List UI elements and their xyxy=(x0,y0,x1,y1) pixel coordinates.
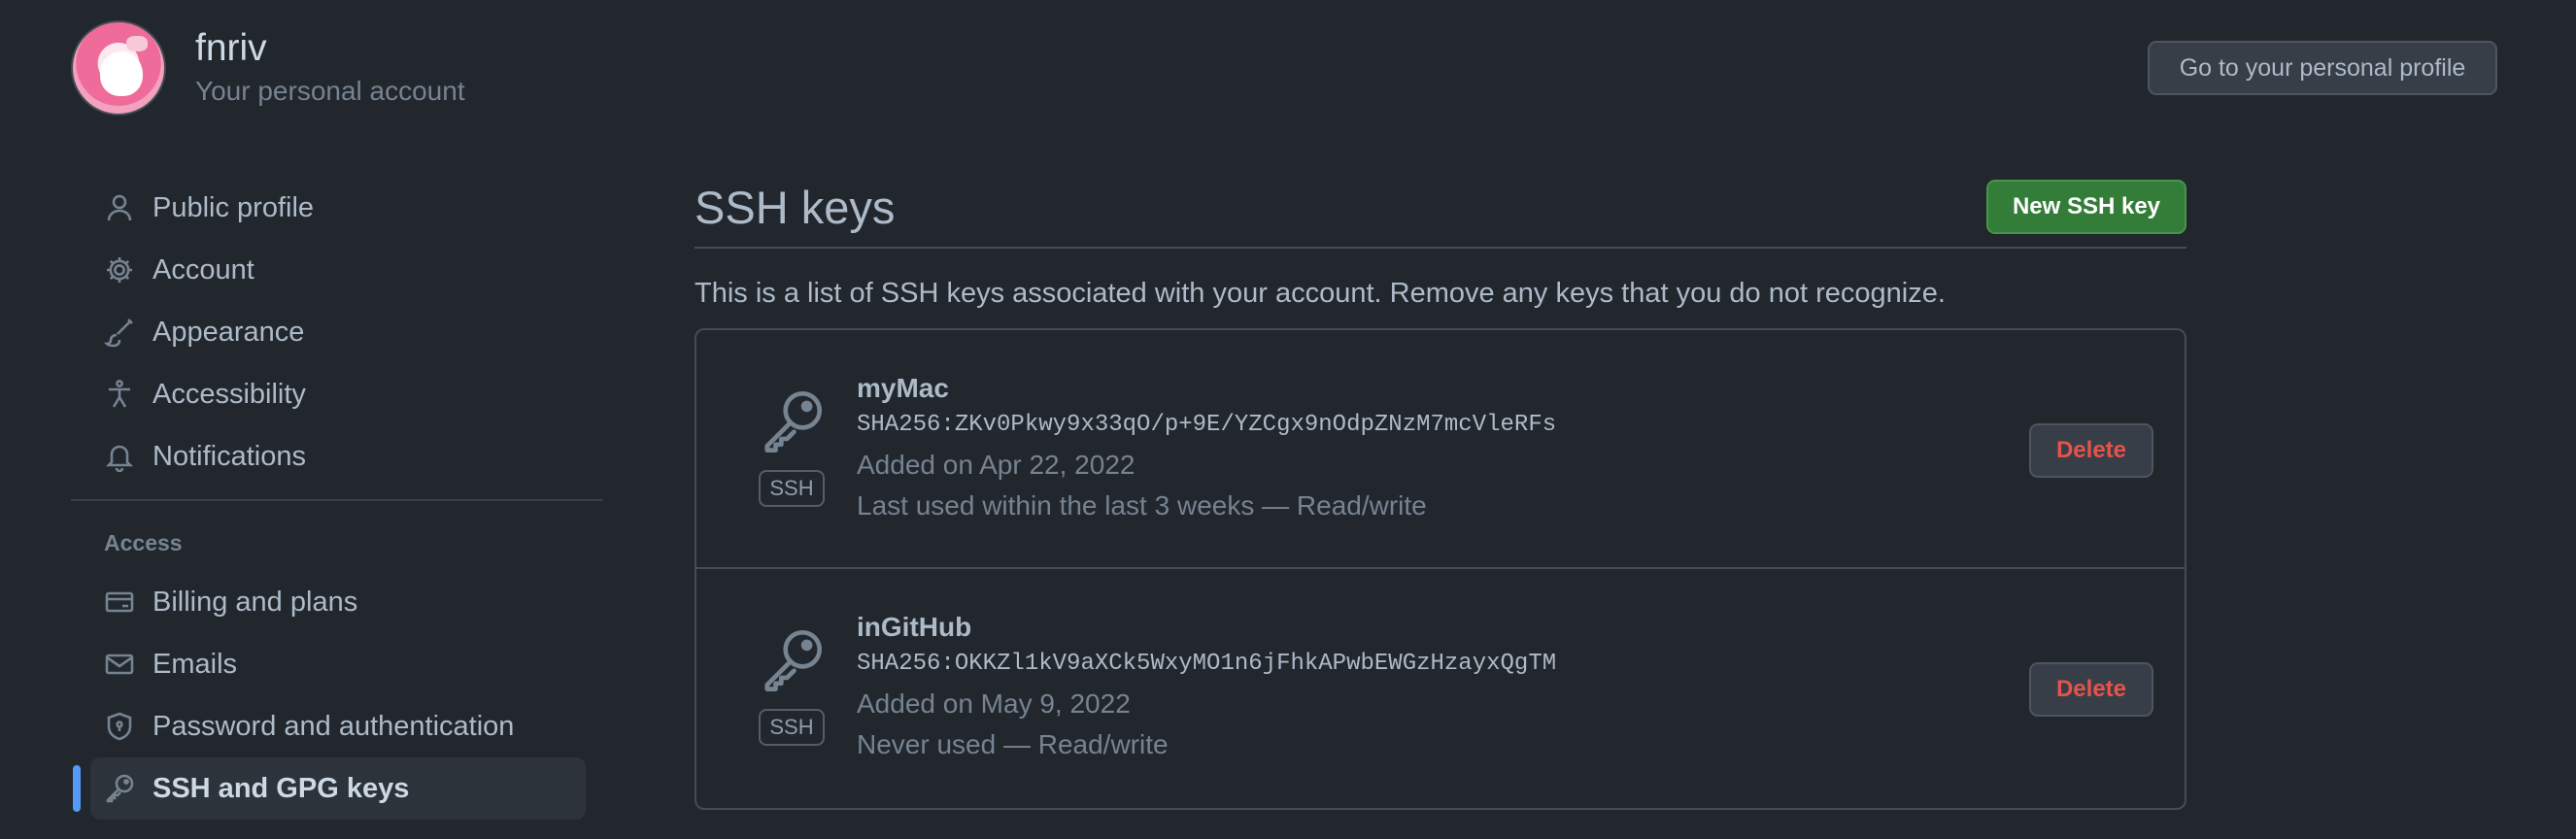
new-ssh-key-button[interactable]: New SSH key xyxy=(1986,180,2186,234)
sidebar-item-label: SSH and GPG keys xyxy=(153,772,410,804)
settings-page: fnriv Your personal account Go to your p… xyxy=(0,0,2576,839)
key-icon xyxy=(759,625,827,693)
sidebar-section-access: Access xyxy=(104,529,183,555)
key-added-date: Added on Apr 22, 2022 xyxy=(857,450,1135,480)
avatar-bow xyxy=(126,36,148,51)
sidebar-item-label: Password and authentication xyxy=(153,710,515,742)
key-fingerprint: SHA256:ZKv0Pkwy9x33qO/p+9E/YZCgx9nOdpZNz… xyxy=(857,412,1557,438)
sidebar-item-label: Appearance xyxy=(153,316,305,348)
sidebar-item-label: Account xyxy=(153,253,254,285)
sidebar-divider xyxy=(71,499,603,501)
sidebar-item-appearance[interactable]: Appearance xyxy=(90,301,586,363)
ssh-badge: SSH xyxy=(759,470,825,507)
sidebar-item-password[interactable]: Password and authentication xyxy=(90,695,586,757)
paintbrush-icon xyxy=(104,317,135,348)
header-text: fnriv Your personal account xyxy=(195,25,465,111)
key-usage: Last used within the last 3 weeks — Read… xyxy=(857,490,1427,520)
sidebar-item-billing[interactable]: Billing and plans xyxy=(90,571,586,633)
settings-sidebar: Public profile Account Appearance Access… xyxy=(71,177,603,820)
sidebar-item-label: Billing and plans xyxy=(153,586,358,618)
username[interactable]: fnriv xyxy=(195,25,465,72)
credit-card-icon xyxy=(104,587,135,618)
key-info: myMac SHA256:ZKv0Pkwy9x33qO/p+9E/YZCgx9n… xyxy=(857,371,1556,526)
accessibility-icon xyxy=(104,379,135,410)
shield-lock-icon xyxy=(104,711,135,742)
sidebar-item-ssh-gpg-keys[interactable]: SSH and GPG keys xyxy=(73,757,586,820)
page-title: SSH keys xyxy=(695,181,896,233)
title-row: SSH keys New SSH key xyxy=(695,167,2186,249)
person-icon xyxy=(104,192,135,223)
gear-icon xyxy=(104,254,135,285)
list-item: SSH inGitHub SHA256:OKKZl1kV9aXCk5WxyMO1… xyxy=(696,569,2185,808)
bell-icon xyxy=(104,441,135,472)
account-header: fnriv Your personal account xyxy=(71,19,465,117)
key-title: inGitHub xyxy=(857,612,972,642)
key-info: inGitHub SHA256:OKKZl1kV9aXCk5WxyMO1n6jF… xyxy=(857,610,1556,765)
key-icon xyxy=(759,386,827,454)
sidebar-item-accessibility[interactable]: Accessibility xyxy=(90,363,586,425)
delete-button[interactable]: Delete xyxy=(2029,662,2153,717)
key-added-date: Added on May 9, 2022 xyxy=(857,688,1131,719)
ssh-key-list: SSH myMac SHA256:ZKv0Pkwy9x33qO/p+9E/YZC… xyxy=(695,328,2186,810)
sidebar-item-public-profile[interactable]: Public profile xyxy=(90,177,586,239)
sidebar-item-label: Notifications xyxy=(153,440,306,472)
key-icon xyxy=(104,773,135,804)
page-description: This is a list of SSH keys associated wi… xyxy=(695,278,1946,309)
mail-icon xyxy=(104,649,135,680)
go-to-profile-button[interactable]: Go to your personal profile xyxy=(2148,41,2497,95)
avatar-face xyxy=(100,51,143,96)
list-item: SSH myMac SHA256:ZKv0Pkwy9x33qO/p+9E/YZC… xyxy=(696,330,2185,569)
sidebar-item-label: Emails xyxy=(153,648,238,680)
sidebar-item-label: Accessibility xyxy=(153,378,306,410)
sidebar-item-emails[interactable]: Emails xyxy=(90,633,586,695)
sidebar-item-notifications[interactable]: Notifications xyxy=(90,425,586,487)
ssh-badge: SSH xyxy=(759,709,825,746)
main-content: SSH keys New SSH key This is a list of S… xyxy=(695,167,2186,810)
sidebar-item-label: Public profile xyxy=(153,191,315,223)
sidebar-item-account[interactable]: Account xyxy=(90,239,586,301)
account-subtitle: Your personal account xyxy=(195,76,465,106)
key-title: myMac xyxy=(857,373,949,403)
delete-button[interactable]: Delete xyxy=(2029,423,2153,478)
avatar[interactable] xyxy=(71,20,166,116)
key-usage: Never used — Read/write xyxy=(857,729,1169,759)
key-fingerprint: SHA256:OKKZl1kV9aXCk5WxyMO1n6jFhkAPwbEWG… xyxy=(857,651,1557,677)
